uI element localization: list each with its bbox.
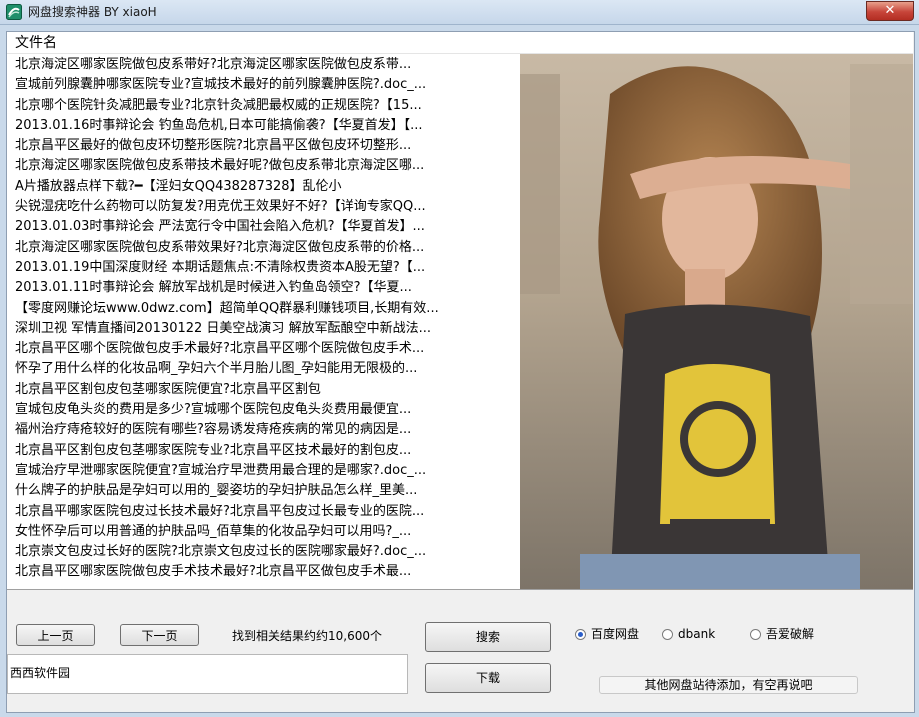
list-item[interactable]: 北京昌平哪家医院包皮过长技术最好?北京昌平包皮过长最专业的医院... [15,502,521,522]
list-item[interactable]: 北京海淀区哪家医院做包皮系带好?北京海淀区哪家医院做包皮系带... [15,55,521,75]
list-item[interactable]: 北京海淀区哪家医院做包皮系带效果好?北京海淀区做包皮系带的价格... [15,238,521,258]
radio-dbank[interactable]: dbank [662,626,715,642]
radio-label: dbank [678,627,716,641]
app-icon [6,4,22,20]
list-item[interactable]: 2013.01.16时事辩论会 钓鱼岛危机,日本可能搞偷袭?【华夏首发】【... [15,116,521,136]
list-item[interactable]: 北京崇文包皮过长好的医院?北京崇文包皮过长的医院哪家最好?.doc_... [15,542,521,562]
list-item[interactable]: 北京昌平区哪家医院做包皮手术技术最好?北京昌平区做包皮手术最... [15,562,521,582]
radio-label: 百度网盘 [591,627,640,641]
close-icon: ✕ [884,3,896,18]
list-item[interactable]: 北京昌平区割包皮包茎哪家医院便宜?北京昌平区割包 [15,380,521,400]
window-title: 网盘搜索神器 BY xiaoH [28,5,157,19]
title-bar[interactable]: 网盘搜索神器 BY xiaoH ✕ [0,0,919,25]
list-item[interactable]: 2013.01.11时事辩论会 解放军战机是时候进入钓鱼岛领空?【华夏... [15,278,521,298]
list-item[interactable]: 宣城治疗早泄哪家医院便宜?宣城治疗早泄费用最合理的是哪家?.doc_... [15,461,521,481]
radio-label: 吾爱破解 [766,627,815,641]
next-page-button[interactable]: 下一页 [120,624,199,646]
list-item[interactable]: 北京昌平区哪个医院做包皮手术最好?北京昌平区哪个医院做包皮手术... [15,339,521,359]
list-item[interactable]: 宣城包皮龟头炎的费用是多少?宣城哪个医院包皮龟头炎费用最便宜... [15,400,521,420]
background-photo [520,54,913,589]
radio-icon [750,629,761,640]
radio-icon [662,629,673,640]
list-item[interactable]: 怀孕了用什么样的化妆品啊_孕妇六个半月胎儿图_孕妇能用无限极的... [15,359,521,379]
close-button[interactable]: ✕ [866,1,914,21]
search-input[interactable]: 西西软件园 [7,654,408,694]
list-item[interactable]: 2013.01.03时事辩论会 严法宽行令中国社会陷入危机?【华夏首发】... [15,217,521,237]
control-panel: 上一页 下一页 找到相关结果约约10,600个 搜索 下载 西西软件园 百度网盘… [7,590,914,712]
result-count: 找到相关结果约约10,600个 [232,629,382,643]
list-item[interactable]: 深圳卫视 军情直播间20130122 日美空战演习 解放军酝酿空中新战法... [15,319,521,339]
list-item[interactable]: 北京哪个医院针灸减肥最专业?北京针灸减肥最权威的正规医院?【15... [15,96,521,116]
list-item[interactable]: A片播放器点样下载?━【淫妇女QQ438287328】乱伦小 [15,177,521,197]
list-item[interactable]: 【零度网赚论坛www.0dwz.com】超简单QQ群暴利赚钱项目,长期有效... [15,299,521,319]
list-item[interactable]: 女性怀孕后可以用普通的护肤品吗_佰草集的化妆品孕妇可以用吗?_... [15,522,521,542]
results-list[interactable]: 文件名 北京海淀区哪家医院做包皮系带好?北京海淀区哪家医院做包皮系带... 宣城前… [7,32,913,590]
main-window: 文件名 北京海淀区哪家医院做包皮系带好?北京海淀区哪家医院做包皮系带... 宣城前… [6,31,915,713]
other-sites-note: 其他网盘站待添加，有空再说吧 [599,676,858,694]
radio-baidu[interactable]: 百度网盘 [575,626,639,642]
list-item[interactable]: 宣城前列腺囊肿哪家医院专业?宣城技术最好的前列腺囊肿医院?.doc_... [15,75,521,95]
prev-page-button[interactable]: 上一页 [16,624,95,646]
radio-52pojie[interactable]: 吾爱破解 [750,626,814,642]
list-item[interactable]: 北京昌平区割包皮包茎哪家医院专业?北京昌平区技术最好的割包皮... [15,441,521,461]
radio-selected-icon [575,629,586,640]
list-item[interactable]: 北京昌平区最好的做包皮环切整形医院?北京昌平区做包皮环切整形... [15,136,521,156]
list-item[interactable]: 什么牌子的护肤品是孕妇可以用的_婴姿坊的孕妇护肤品怎么样_里美... [15,481,521,501]
list-item[interactable]: 尖锐湿疣吃什么药物可以防复发?用克优王效果好不好?【详询专家QQ... [15,197,521,217]
results-rows: 北京海淀区哪家医院做包皮系带好?北京海淀区哪家医院做包皮系带... 宣城前列腺囊肿… [15,55,521,583]
list-item[interactable]: 北京海淀区哪家医院做包皮系带技术最好呢?做包皮系带北京海淀区哪... [15,156,521,176]
list-item[interactable]: 福州治疗痔疮较好的医院有哪些?容易诱发痔疮疾病的常见的病因是... [15,420,521,440]
column-header-filename[interactable]: 文件名 [7,32,913,54]
download-button[interactable]: 下载 [425,663,551,693]
search-button[interactable]: 搜索 [425,622,551,652]
list-item[interactable]: 2013.01.19中国深度财经 本期话题焦点:不清除权贵资本A股无望?【... [15,258,521,278]
